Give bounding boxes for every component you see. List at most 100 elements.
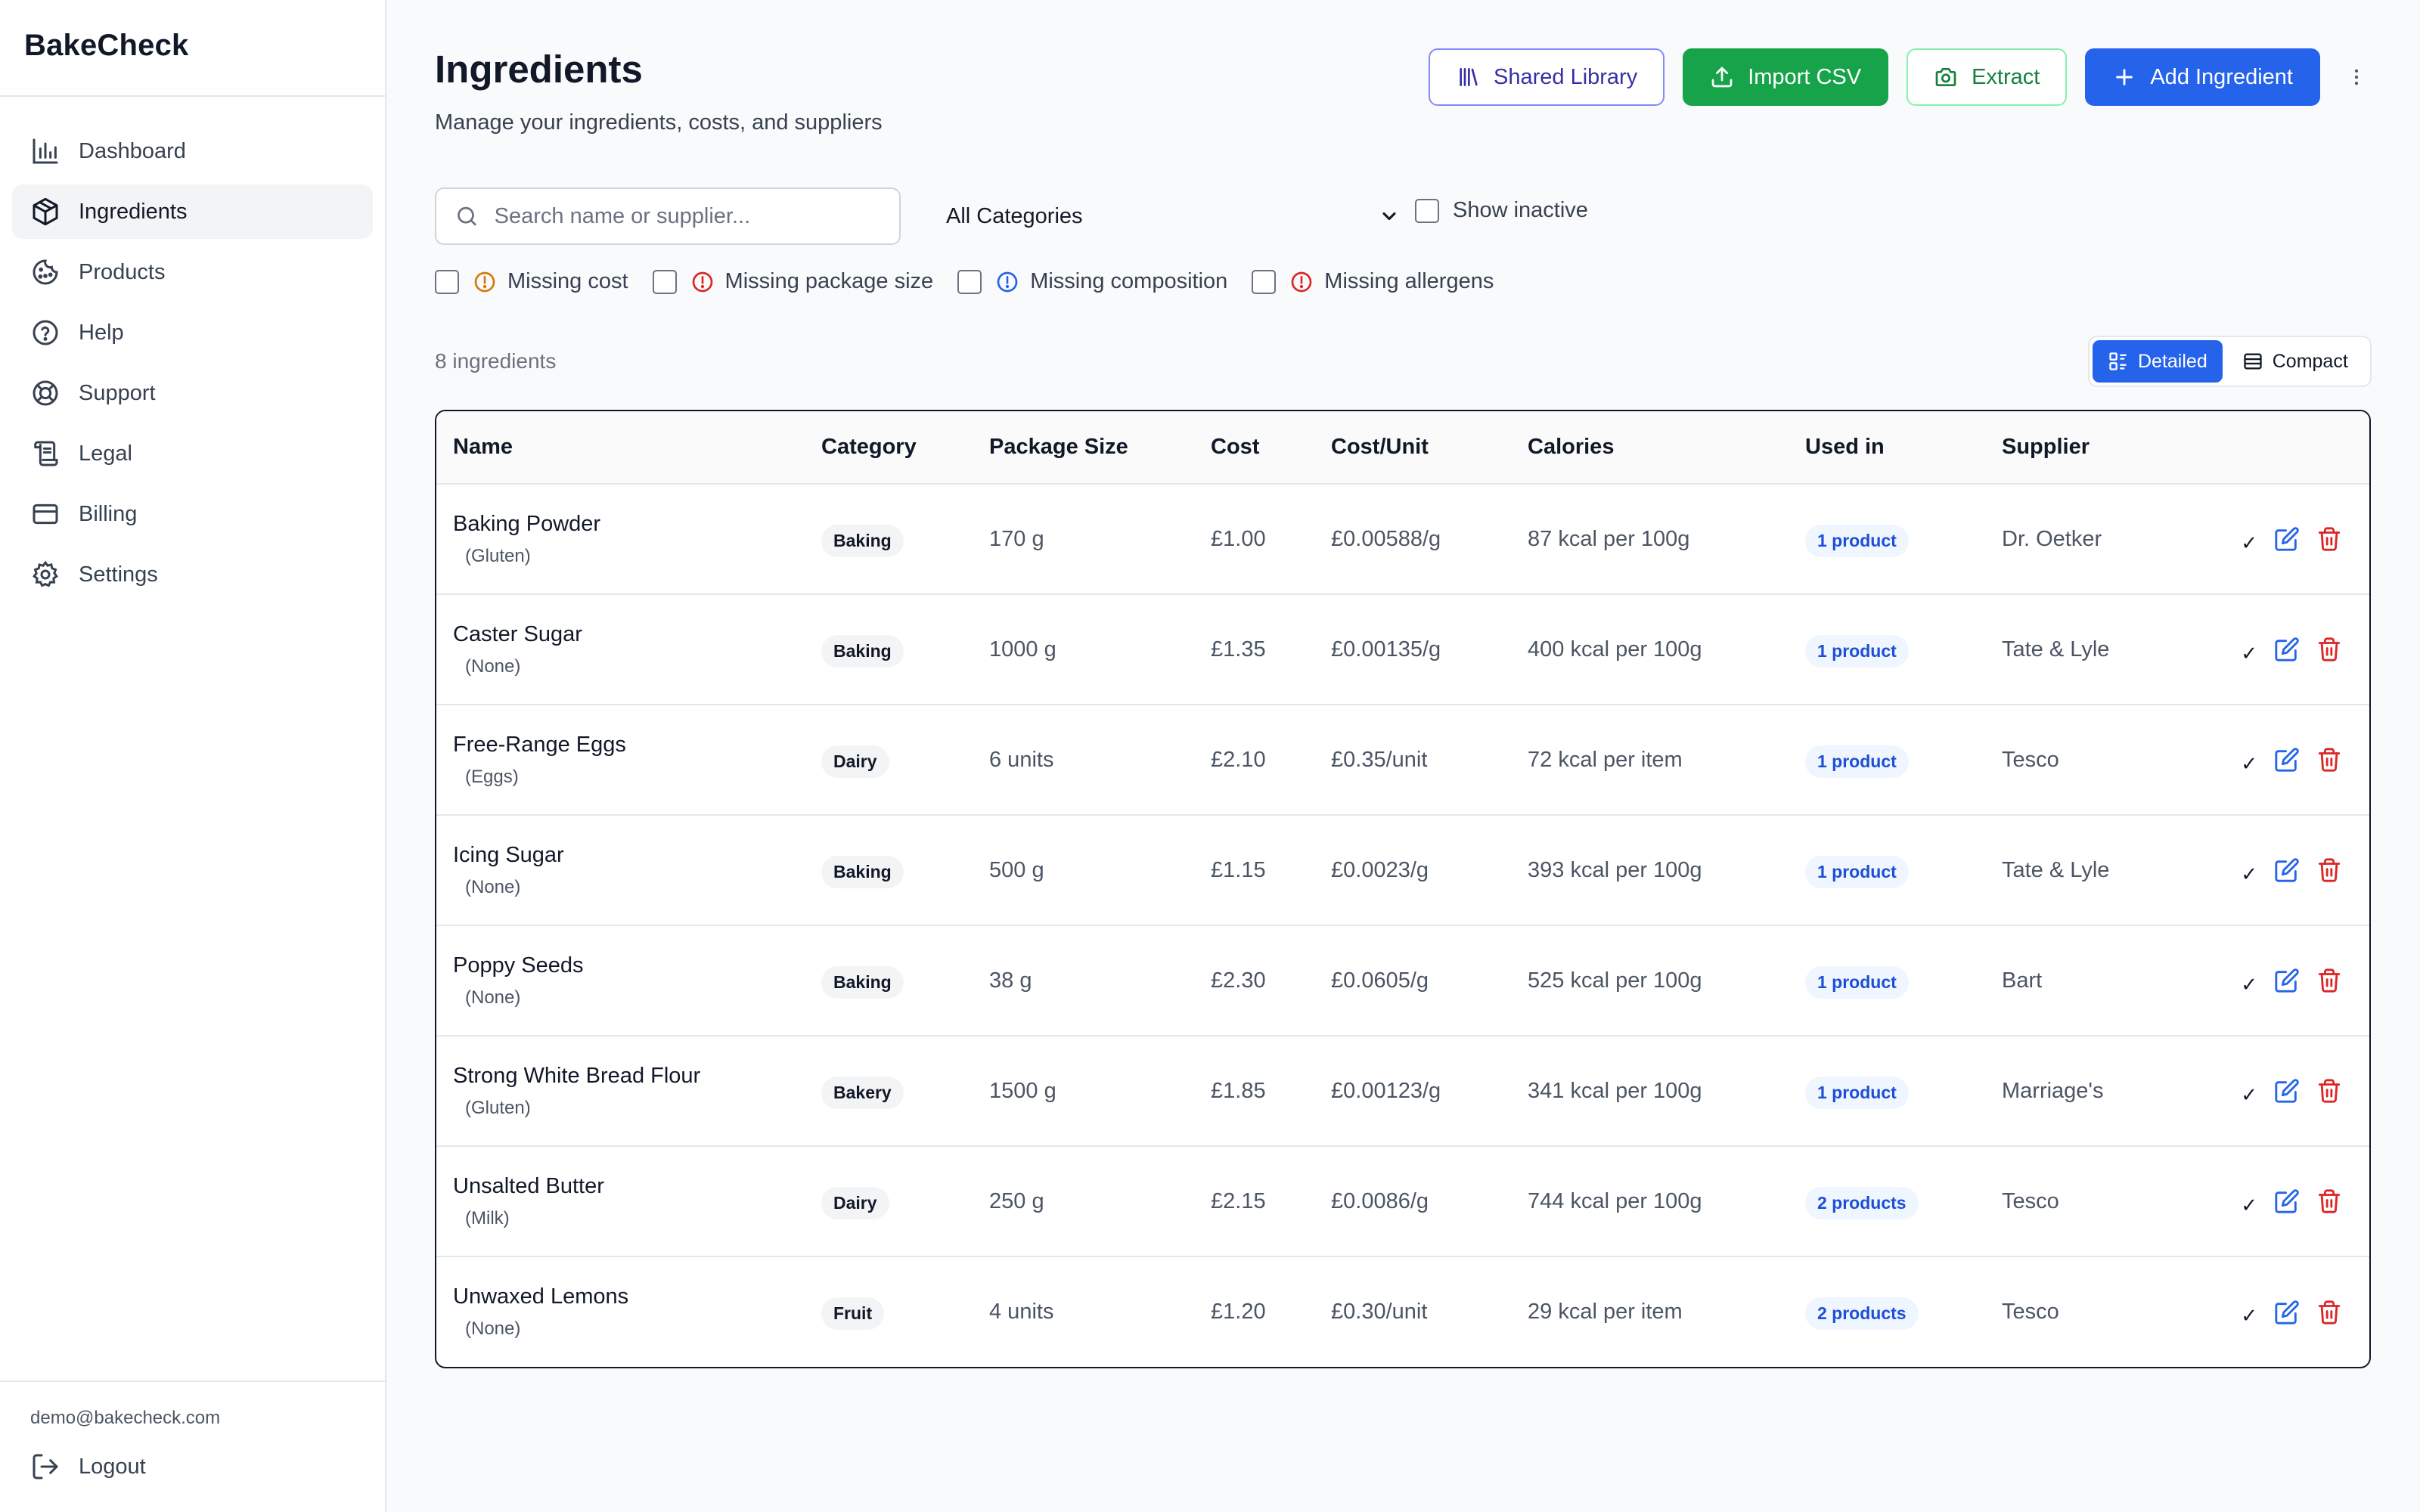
sidebar-item-settings[interactable]: Settings <box>12 547 373 602</box>
sidebar-item-ingredients[interactable]: Ingredients <box>12 184 373 239</box>
filter-missing-package-size[interactable]: Missing package size <box>652 269 933 294</box>
show-inactive-toggle[interactable]: Show inactive <box>1415 198 1588 223</box>
logout-button[interactable]: Logout <box>30 1452 355 1482</box>
cell-supplier: Dr. Oetker <box>2002 526 2102 551</box>
row-actions: ✓ <box>2191 634 2369 665</box>
more-options-button[interactable] <box>2341 48 2372 106</box>
column-header-used-in[interactable]: Used in <box>1789 411 1985 485</box>
used-in-badge[interactable]: 1 product <box>1805 524 1909 557</box>
trash-icon[interactable] <box>2316 1188 2342 1214</box>
search-icon <box>458 206 476 226</box>
column-header-supplier[interactable]: Supplier <box>1985 411 2174 485</box>
trash-icon[interactable] <box>2316 747 2342 773</box>
lifebuoy-icon <box>33 380 58 406</box>
column-header-category[interactable]: Category <box>805 411 973 485</box>
extract-button[interactable]: Extract <box>1907 48 2068 106</box>
sidebar-nav: Dashboard Ingredients Products Help Supp… <box>0 97 385 602</box>
edit-icon[interactable] <box>2274 637 2300 662</box>
filter-checkbox[interactable] <box>957 269 982 294</box>
ingredient-name[interactable]: Free-Range Eggs <box>453 733 805 758</box>
filter-missing-composition[interactable]: Missing composition <box>957 269 1227 294</box>
help-circle-icon <box>33 320 58 345</box>
filter-missing-cost[interactable]: Missing cost <box>435 269 628 294</box>
edit-icon[interactable] <box>2274 968 2300 993</box>
ingredient-name[interactable]: Poppy Seeds <box>453 953 805 978</box>
sidebar-item-legal[interactable]: Legal <box>12 426 373 481</box>
import-csv-button[interactable]: Import CSV <box>1683 48 1889 106</box>
cell-actions: ✓ <box>2174 1256 2369 1367</box>
cell-used-in: 2 products <box>1789 1146 1985 1256</box>
table-row[interactable]: Strong White Bread Flour (Gluten) Bakery… <box>436 1036 2369 1146</box>
shared-library-button[interactable]: Shared Library <box>1429 48 1665 106</box>
edit-icon[interactable] <box>2274 747 2300 773</box>
trash-icon[interactable] <box>2316 857 2342 883</box>
used-in-badge[interactable]: 1 product <box>1805 855 1909 888</box>
cell-actions: ✓ <box>2174 484 2369 594</box>
page-subtitle: Manage your ingredients, costs, and supp… <box>435 110 883 135</box>
sidebar-item-dashboard[interactable]: Dashboard <box>12 124 373 178</box>
ingredient-name[interactable]: Strong White Bread Flour <box>453 1064 805 1089</box>
column-header-actions <box>2174 411 2369 485</box>
table-row[interactable]: Caster Sugar (None) Baking 1000 g £1.35 … <box>436 594 2369 705</box>
used-in-badge[interactable]: 2 products <box>1805 1186 1919 1219</box>
category-select[interactable]: All Categories <box>946 194 1400 239</box>
filter-missing-allergens[interactable]: Missing allergens <box>1252 269 1494 294</box>
sidebar-item-label: Support <box>79 380 156 405</box>
used-in-badge[interactable]: 1 product <box>1805 745 1909 778</box>
trash-icon[interactable] <box>2316 1300 2342 1325</box>
used-in-badge[interactable]: 1 product <box>1805 965 1909 999</box>
edit-icon[interactable] <box>2274 526 2300 552</box>
sidebar-item-products[interactable]: Products <box>12 245 373 299</box>
sidebar-item-billing[interactable]: Billing <box>12 487 373 541</box>
table-row[interactable]: Icing Sugar (None) Baking 500 g £1.15 £0… <box>436 815 2369 925</box>
view-compact-button[interactable]: Compact <box>2227 340 2363 383</box>
edit-icon[interactable] <box>2274 1188 2300 1214</box>
trash-icon[interactable] <box>2316 526 2342 552</box>
row-actions: ✓ <box>2191 524 2369 555</box>
cell-package-size: 1500 g <box>989 1078 1056 1103</box>
cell-cost-unit: £0.0023/g <box>1331 857 1429 882</box>
table-row[interactable]: Baking Powder (Gluten) Baking 170 g £1.0… <box>436 484 2369 594</box>
ingredient-name[interactable]: Unwaxed Lemons <box>453 1284 805 1309</box>
add-ingredient-button[interactable]: Add Ingredient <box>2085 48 2320 106</box>
edit-icon[interactable] <box>2274 1300 2300 1325</box>
user-email: demo@bakecheck.com <box>30 1408 221 1428</box>
column-header-cost-unit[interactable]: Cost/Unit <box>1314 411 1511 485</box>
view-detailed-button[interactable]: Detailed <box>2093 340 2223 383</box>
sidebar-item-support[interactable]: Support <box>12 366 373 420</box>
ingredient-name[interactable]: Baking Powder <box>453 512 805 537</box>
search-input[interactable] <box>494 203 881 229</box>
column-header-name[interactable]: Name <box>436 411 805 485</box>
column-header-package-size[interactable]: Package Size <box>973 411 1194 485</box>
table-row[interactable]: Unwaxed Lemons (None) Fruit 4 units £1.2… <box>436 1256 2369 1367</box>
cell-category: Dairy <box>805 1146 973 1256</box>
show-inactive-checkbox[interactable] <box>1415 198 1439 223</box>
used-in-badge[interactable]: 1 product <box>1805 1076 1909 1109</box>
used-in-badge[interactable]: 1 product <box>1805 634 1909 668</box>
sidebar-item-label: Billing <box>79 501 138 526</box>
table-row[interactable]: Unsalted Butter (Milk) Dairy 250 g £2.15… <box>436 1146 2369 1256</box>
ingredient-name[interactable]: Unsalted Butter <box>453 1174 805 1199</box>
trash-icon[interactable] <box>2316 1078 2342 1104</box>
filter-checkbox[interactable] <box>652 269 677 294</box>
edit-icon[interactable] <box>2274 857 2300 883</box>
column-header-cost[interactable]: Cost <box>1194 411 1314 485</box>
ingredient-name[interactable]: Caster Sugar <box>453 622 805 647</box>
cell-calories: 87 kcal per 100g <box>1528 526 1690 551</box>
cell-name: Unwaxed Lemons (None) <box>436 1256 805 1367</box>
cell-cost: £1.20 <box>1211 1300 1266 1324</box>
table-row[interactable]: Free-Range Eggs (Eggs) Dairy 6 units £2.… <box>436 705 2369 815</box>
trash-icon[interactable] <box>2316 968 2342 993</box>
ingredient-name[interactable]: Icing Sugar <box>453 843 805 868</box>
column-header-calories[interactable]: Calories <box>1511 411 1789 485</box>
trash-icon[interactable] <box>2316 637 2342 662</box>
filter-checkbox[interactable] <box>435 269 459 294</box>
category-badge: Dairy <box>821 1186 889 1219</box>
credit-card-icon <box>33 503 58 525</box>
sidebar-item-help[interactable]: Help <box>12 305 373 360</box>
used-in-badge[interactable]: 2 products <box>1805 1297 1919 1330</box>
brand-logo[interactable]: BakeCheck <box>0 0 385 97</box>
edit-icon[interactable] <box>2274 1078 2300 1104</box>
filter-checkbox[interactable] <box>1252 269 1277 294</box>
table-row[interactable]: Poppy Seeds (None) Baking 38 g £2.30 £0.… <box>436 925 2369 1036</box>
